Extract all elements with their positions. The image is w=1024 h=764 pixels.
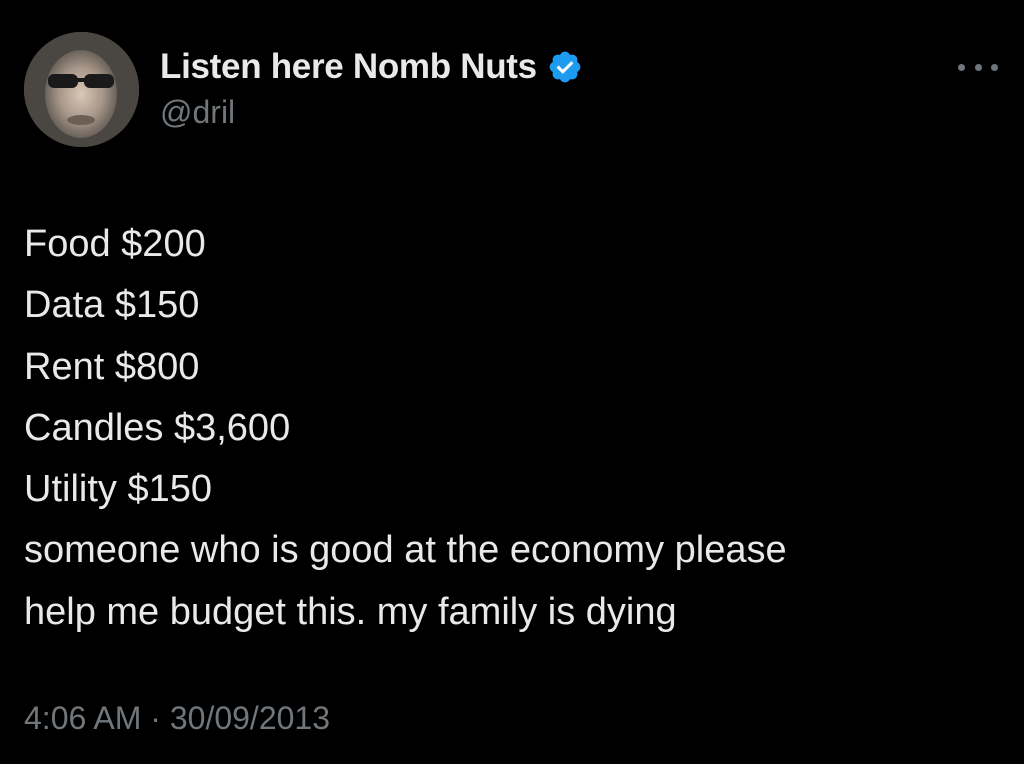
tweet-line: Food $200 [24,223,206,265]
tweet-line: help me budget this. my family is dying [24,590,677,633]
avatar-photo-icon [24,32,139,147]
tweet-line: Candles $3,600 [24,406,291,449]
avatar[interactable] [24,32,139,147]
tweet-line: Rent $800 [24,345,200,388]
tweet-line: someone who is good at the economy pleas… [24,529,787,572]
more-dot [974,63,982,71]
tweet-text: Food $200 Data $150 Rent $800 Candles $3… [24,214,1004,643]
more-dot [991,63,998,71]
author-name-row: Listen here Nomb Nuts [160,44,583,90]
more-options-icon[interactable] [958,56,998,78]
tweet-line: Utility $150 [24,468,212,511]
tweet-line: Data $150 [24,284,200,327]
author-handle[interactable]: @dril [160,94,235,131]
tweet-timestamp[interactable]: 4:06 AM · 30/09/2013 [24,700,330,737]
author-display-name[interactable]: Listen here Nomb Nuts [160,47,537,87]
more-dot [958,63,965,71]
verified-badge-icon[interactable] [547,49,583,85]
tweet-card: Listen here Nomb Nuts @dril Food $200 Da… [0,0,1024,764]
